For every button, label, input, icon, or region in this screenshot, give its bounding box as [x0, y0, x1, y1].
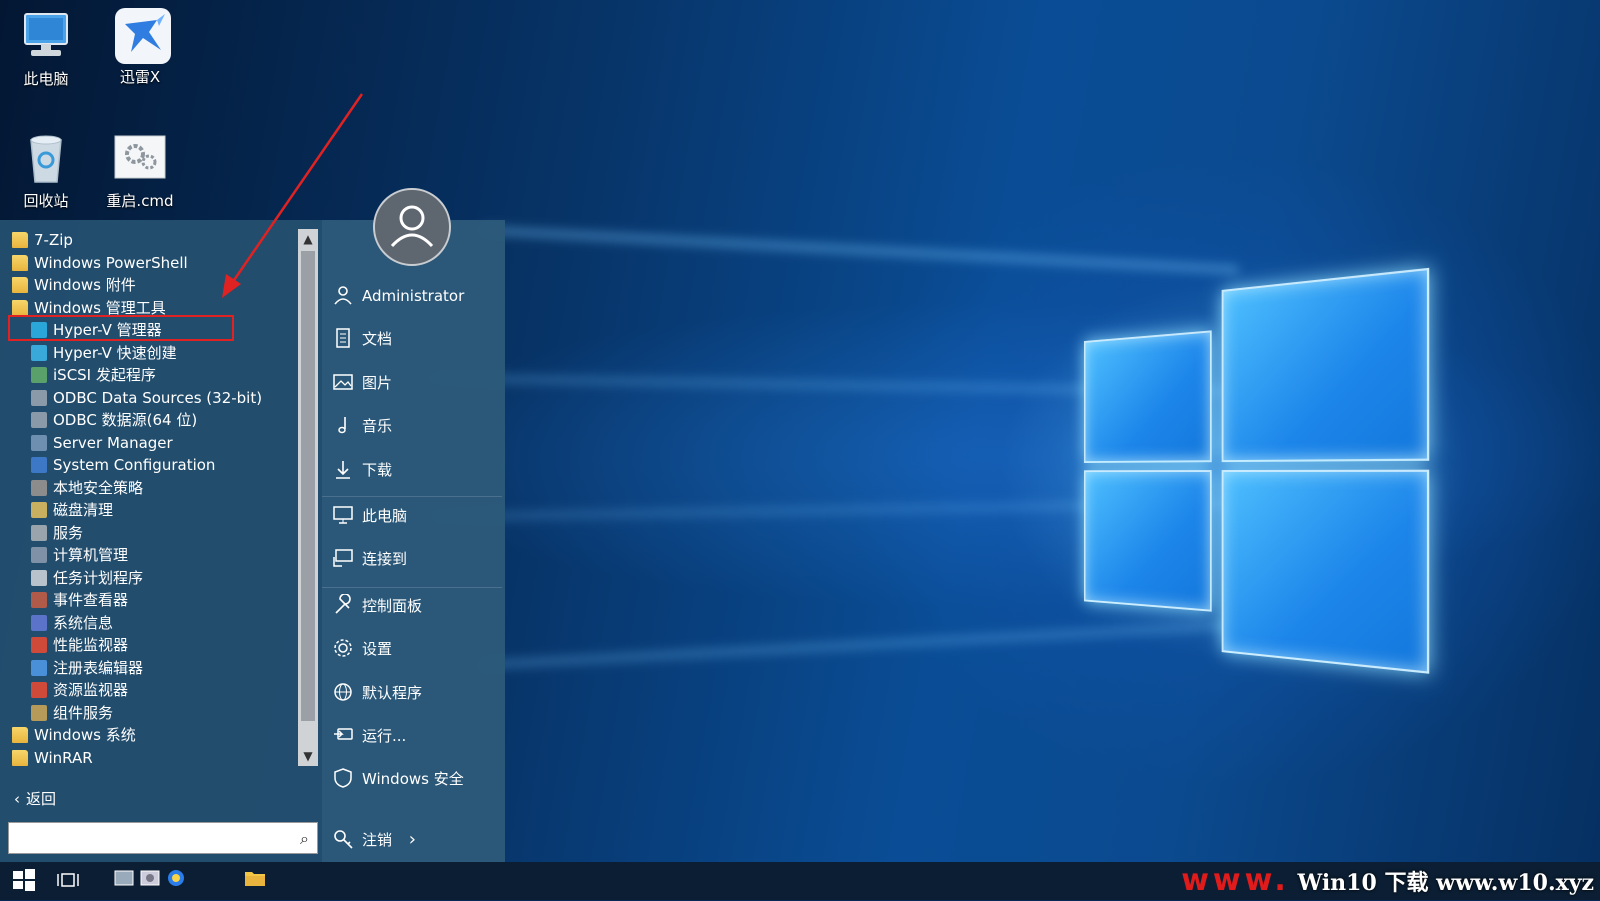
settings-app-icon [140, 870, 160, 886]
taskbar-app-browser[interactable] [166, 868, 188, 894]
task-view-icon [57, 873, 79, 887]
window-icon [114, 870, 134, 886]
windows-logo-icon [13, 869, 35, 891]
taskbar-app-file-explorer[interactable] [244, 868, 268, 894]
browser-icon [168, 870, 184, 886]
taskbar-app-explorer-window[interactable] [114, 868, 136, 894]
annotation-arrow [222, 93, 364, 298]
task-view-button[interactable] [56, 868, 82, 894]
taskbar-app-settings[interactable] [140, 868, 162, 894]
folder-icon [245, 872, 265, 886]
start-button[interactable] [12, 868, 38, 894]
watermark: www. Win10 下载 www.w10.xyz [1181, 863, 1594, 898]
